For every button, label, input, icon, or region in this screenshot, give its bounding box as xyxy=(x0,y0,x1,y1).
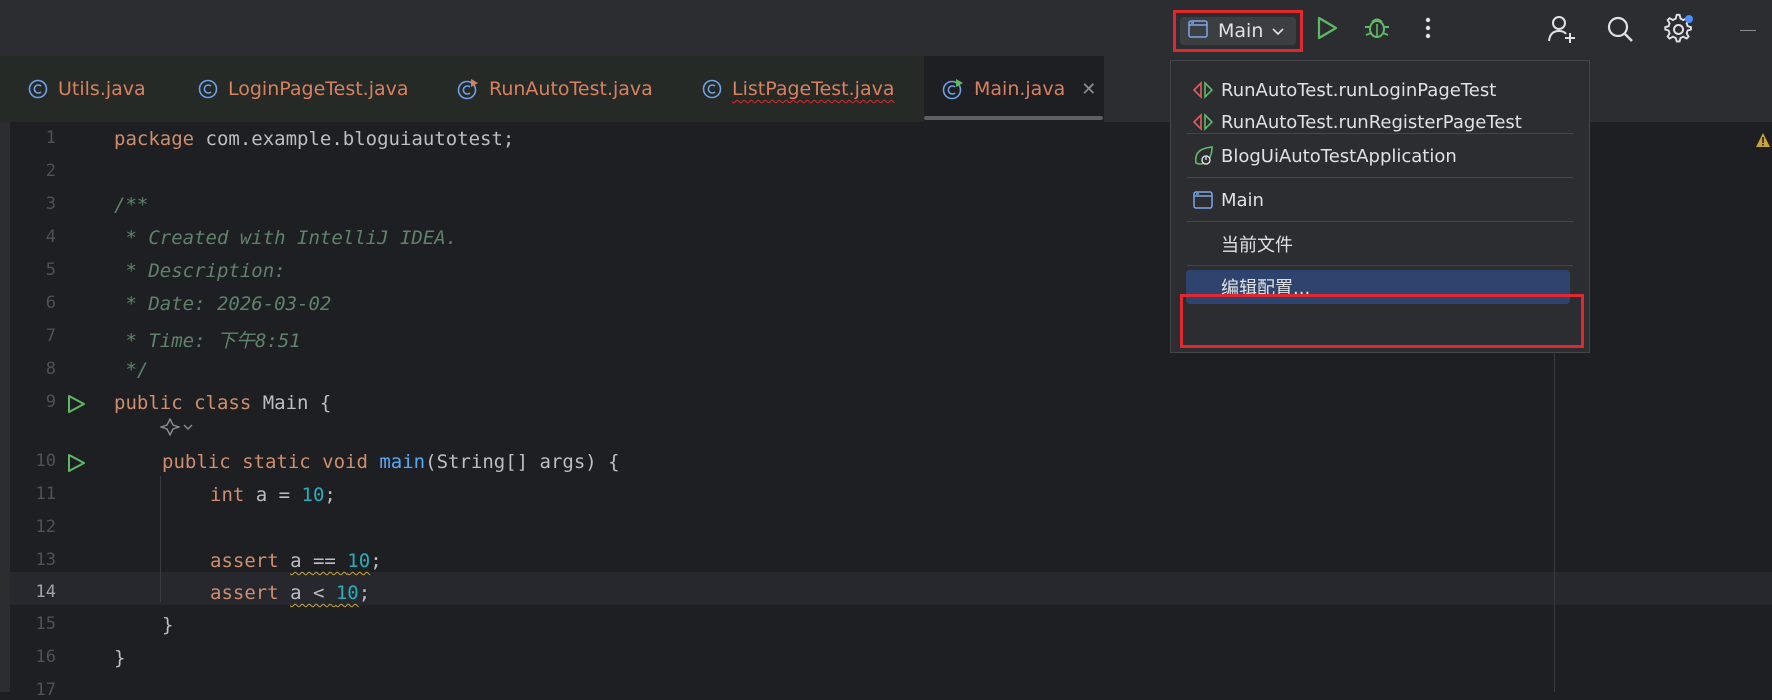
line-number: 12 xyxy=(35,517,56,537)
chevron-down-icon xyxy=(1271,22,1285,41)
tab-main-java[interactable]: Main.java ✕ xyxy=(924,56,1104,122)
title-bar: Main xyxy=(0,0,1772,56)
ai-assistant-icon xyxy=(160,418,180,436)
code-line: } xyxy=(162,614,174,636)
test-class-icon xyxy=(457,78,479,100)
run-configuration-label: Main xyxy=(1218,20,1264,42)
line-number: 8 xyxy=(45,359,56,379)
class-icon xyxy=(198,79,218,99)
line-number: 6 xyxy=(45,293,56,313)
search-button[interactable] xyxy=(1603,12,1637,46)
indent-guide xyxy=(160,476,161,602)
run-configuration-selector[interactable]: Main xyxy=(1173,10,1303,52)
line-number: 2 xyxy=(45,161,56,181)
play-icon xyxy=(1317,16,1338,40)
settings-button[interactable] xyxy=(1661,12,1697,46)
play-icon xyxy=(68,454,85,472)
tab-utils-java[interactable]: Utils.java xyxy=(28,56,146,122)
class-icon xyxy=(28,79,48,99)
junit-test-icon xyxy=(1191,81,1215,99)
line-number: 1 xyxy=(45,128,56,148)
runnable-class-icon xyxy=(942,78,964,100)
menu-item-runloginpagetest[interactable]: RunAutoTest.runLoginPageTest xyxy=(1191,74,1575,106)
highlight-frame xyxy=(1180,294,1584,348)
tab-listpagetest-java[interactable]: ListPageTest.java xyxy=(702,56,894,122)
line-number: 7 xyxy=(45,326,56,346)
line-number: 4 xyxy=(45,227,56,247)
tab-runautotest-java[interactable]: RunAutoTest.java xyxy=(457,56,653,122)
chevron-down-icon xyxy=(183,424,193,430)
class-icon xyxy=(702,79,722,99)
add-user-icon xyxy=(1548,16,1575,43)
active-tab-indicator xyxy=(924,116,1103,120)
code-line: public static void main(String[] args) { xyxy=(162,451,620,473)
line-number: 11 xyxy=(35,484,56,504)
run-gutter-button[interactable] xyxy=(66,453,86,477)
line-number: 15 xyxy=(35,614,56,634)
ai-hint-widget[interactable] xyxy=(160,418,194,436)
junit-test-icon xyxy=(1191,113,1215,131)
code-line: int a = 10; xyxy=(210,484,336,506)
line-number: 5 xyxy=(45,260,56,280)
run-button[interactable] xyxy=(1313,14,1341,42)
bug-icon xyxy=(1365,18,1389,38)
code-line: package com.example.bloguiautotest; xyxy=(114,128,515,150)
line-number: 10 xyxy=(35,451,56,471)
gear-icon xyxy=(1664,13,1693,43)
code-line: * Created with IntelliJ IDEA. xyxy=(114,227,458,249)
run-gutter-button[interactable] xyxy=(66,394,86,418)
code-line: * Description: xyxy=(114,260,286,282)
add-user-button[interactable] xyxy=(1545,12,1579,46)
play-icon xyxy=(68,395,85,413)
tab-loginpagetest-java[interactable]: LoginPageTest.java xyxy=(198,56,409,122)
application-icon xyxy=(1191,191,1215,209)
application-icon xyxy=(1188,20,1208,42)
menu-item-main[interactable]: Main xyxy=(1191,184,1575,216)
line-number: 17 xyxy=(35,680,56,700)
code-line: * Date: 2026-03-02 xyxy=(114,293,332,315)
line-number: 9 xyxy=(45,392,56,412)
code-line: } xyxy=(114,647,126,669)
line-number: 16 xyxy=(35,647,56,667)
code-line: assert a < 10; xyxy=(210,582,371,604)
more-vertical-icon xyxy=(1425,17,1431,39)
search-icon xyxy=(1607,16,1633,42)
code-line: assert a == 10; xyxy=(210,550,382,572)
code-line: /** xyxy=(114,194,149,216)
more-options-button[interactable] xyxy=(1414,14,1442,42)
minimize-button[interactable] xyxy=(1740,30,1756,31)
spring-boot-icon xyxy=(1191,145,1215,167)
line-number: 3 xyxy=(45,194,56,214)
line-number: 14 xyxy=(35,582,56,602)
close-icon[interactable]: ✕ xyxy=(1081,79,1096,100)
line-number: 13 xyxy=(35,550,56,570)
debug-button[interactable] xyxy=(1362,12,1392,42)
code-line: public class Main { xyxy=(114,392,332,414)
code-line: */ xyxy=(114,359,149,381)
code-line: * Time: 下午8:51 xyxy=(114,330,301,352)
menu-item-bloguiautotestapplication[interactable]: BlogUiAutoTestApplication xyxy=(1191,140,1575,172)
menu-item-current-file[interactable]: 当前文件 xyxy=(1191,228,1575,260)
warning-icon[interactable] xyxy=(1755,132,1771,152)
